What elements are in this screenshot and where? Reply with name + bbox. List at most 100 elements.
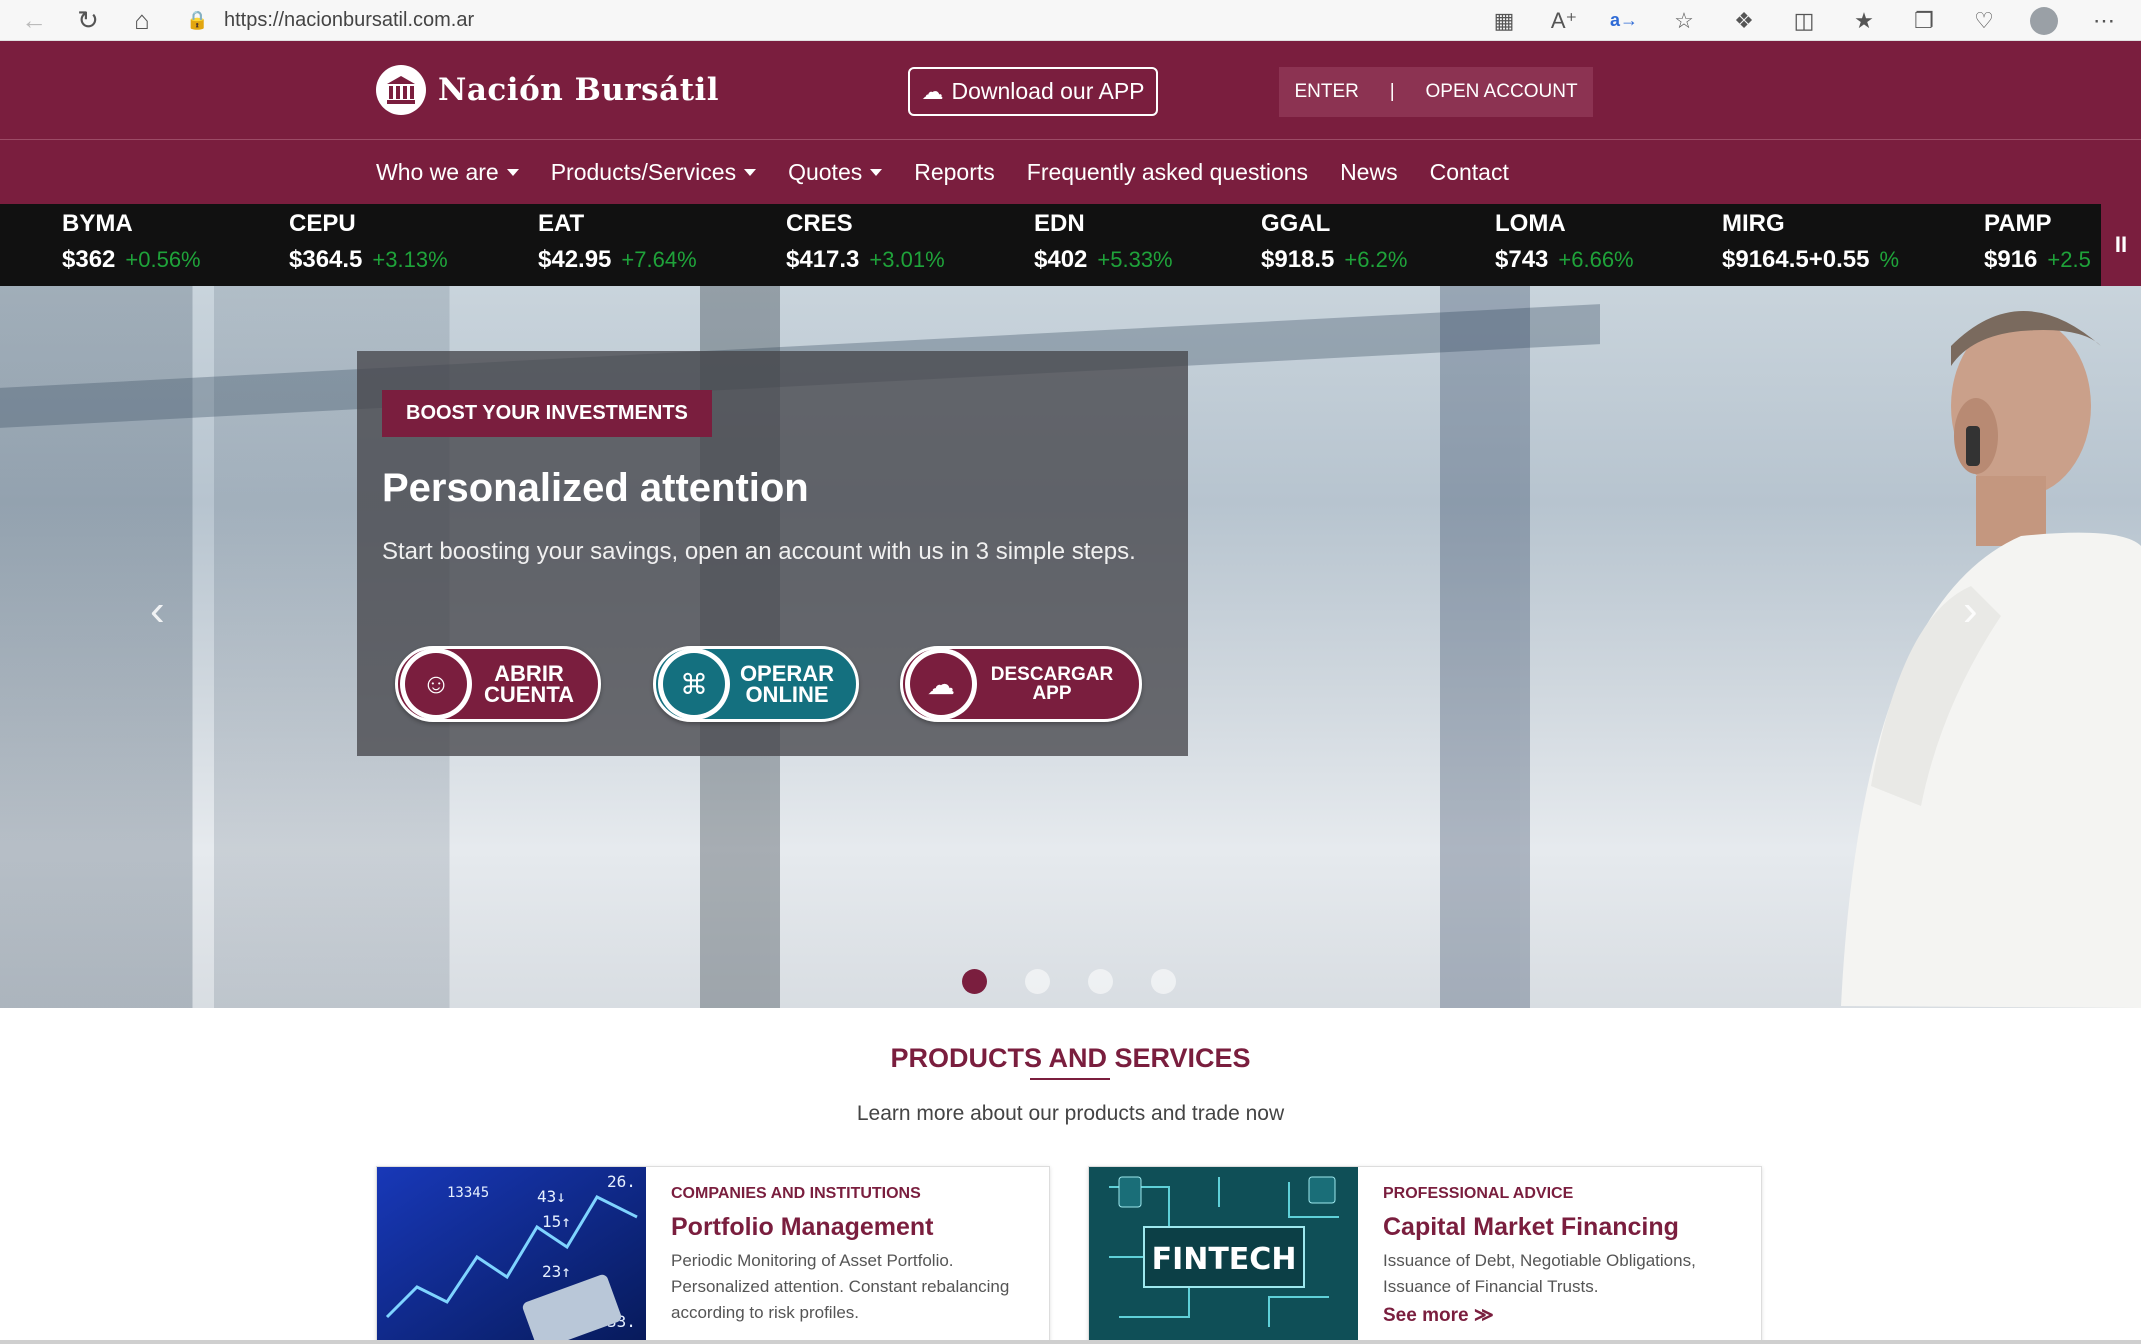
favorite-star-icon[interactable]: ☆ (1657, 3, 1711, 39)
descargar-app-button[interactable]: ☁ DESCARGAR APP (900, 646, 1142, 722)
address-bar[interactable]: 🔒 https://nacionbursatil.com.ar (186, 4, 1486, 36)
operar-online-label: OPERAR ONLINE (730, 661, 856, 707)
lock-icon: 🔒 (186, 9, 209, 30)
stock-market-photo: 13345 43↓ 15↑ 23↑ 26. 33. (377, 1167, 646, 1343)
ticker-symbol: EAT (538, 210, 585, 237)
operar-online-button[interactable]: ⌘ OPERAR ONLINE (653, 646, 859, 722)
abrir-cuenta-button[interactable]: ☺ ABRIR CUENTA (395, 646, 601, 722)
operar-online-line1: OPERAR (739, 661, 835, 686)
carousel-indicators (962, 969, 1176, 994)
ticker-symbol: MIRG (1722, 210, 1785, 237)
product-card-capital-market[interactable]: FINTECH PROFESSIONAL ADVICE Capital Mark… (1088, 1166, 1762, 1344)
ticker-symbol: CRES (786, 210, 853, 237)
man-on-phone-photo (1841, 311, 2141, 1008)
profile-avatar[interactable] (2017, 3, 2071, 39)
ticker-change: +5.33% (1097, 247, 1173, 272)
nav-item-quotes[interactable]: Quotes (788, 158, 883, 186)
card-description: Periodic Monitoring of Asset Portfolio. … (671, 1251, 1010, 1322)
browser-essentials-icon[interactable]: ♡ (1957, 3, 2011, 39)
site-logo[interactable]: Nación Bursátil (376, 65, 719, 115)
ticker-change: +3.01% (869, 247, 945, 272)
hero-content-card: BOOST YOUR INVESTMENTS Personalized atte… (357, 351, 1188, 756)
ticker-change: +3.13% (372, 247, 448, 272)
home-icon[interactable]: ⌂ (122, 2, 162, 38)
cloud-download-icon: ☁ (905, 648, 977, 720)
ticker-symbol: EDN (1034, 210, 1085, 237)
card-title[interactable]: Capital Market Financing (1383, 1213, 1743, 1242)
hero-badge: BOOST YOUR INVESTMENTS (382, 390, 712, 437)
nav-item-faq[interactable]: Frequently asked questions (1027, 159, 1308, 186)
carousel-next-icon[interactable]: › (1963, 586, 1978, 636)
read-aloud-icon[interactable]: A⁺ (1537, 3, 1591, 39)
ticker-price: $364.5 (289, 246, 363, 273)
more-menu-icon[interactable]: ⋯ (2077, 3, 2131, 39)
collections-icon[interactable]: ❐ (1897, 3, 1951, 39)
main-navigation: Who we are Products/Services Quotes Repo… (0, 140, 2141, 204)
caret-down-icon (870, 168, 883, 176)
apps-icon[interactable]: ▦ (1477, 3, 1531, 39)
product-card-portfolio[interactable]: 13345 43↓ 15↑ 23↑ 26. 33. COMPANIES AND … (376, 1166, 1050, 1344)
nav-item-label: Contact (1429, 158, 1509, 185)
browser-toolbar: ← ↻ ⌂ 🔒 https://nacionbursatil.com.ar ▦ … (0, 0, 2141, 41)
open-account-link[interactable]: OPEN ACCOUNT (1426, 81, 1578, 103)
url-text[interactable]: https://nacionbursatil.com.ar (224, 9, 474, 32)
hero-description: Start boosting your savings, open an acc… (382, 538, 1136, 565)
nav-item-news[interactable]: News (1340, 159, 1398, 186)
enter-link[interactable]: ENTER (1294, 81, 1358, 103)
card-title[interactable]: Portfolio Management (671, 1213, 1031, 1242)
nav-item-products-services[interactable]: Products/Services (550, 158, 757, 186)
download-app-button[interactable]: ☁ Download our APP (908, 67, 1158, 116)
ticker-pause-button[interactable]: II (2101, 204, 2141, 286)
ticker-symbol: BYMA (62, 210, 133, 237)
hero-title: Personalized attention (382, 466, 809, 510)
see-more-link[interactable]: See more ≫ (1383, 1304, 1743, 1327)
split-screen-icon[interactable]: ◫ (1777, 3, 1831, 39)
carousel-prev-icon[interactable]: ‹ (150, 586, 165, 636)
account-separator: | (1389, 81, 1395, 102)
refresh-icon[interactable]: ↻ (68, 2, 108, 38)
ticker-symbol: PAMP (1984, 210, 2052, 237)
ticker-change: +0.56% (125, 247, 201, 272)
brand-name: Nación Bursátil (438, 72, 720, 108)
cloud-download-icon: ☁ (921, 78, 944, 104)
ticker-change: +2.5 (2047, 247, 2091, 272)
translate-icon[interactable]: a→ (1597, 3, 1651, 39)
ticker-price: $918.5 (1261, 246, 1335, 273)
nav-item-label: Reports (914, 158, 995, 185)
card-description: Issuance of Debt, Negotiable Obligations… (1383, 1251, 1696, 1296)
back-icon[interactable]: ← (14, 2, 54, 38)
ticker-symbol: CEPU (289, 210, 356, 237)
nav-item-contact[interactable]: Contact (1430, 159, 1509, 186)
svg-text:26.: 26. (607, 1172, 636, 1191)
horizontal-scrollbar[interactable] (0, 1340, 2141, 1344)
account-actions: ENTER | OPEN ACCOUNT (1279, 67, 1593, 117)
ticker-price: $743 (1495, 246, 1549, 273)
ticker-price: $417.3 (786, 246, 860, 273)
carousel-dot[interactable] (1088, 969, 1113, 994)
carousel-dot[interactable] (962, 969, 987, 994)
nav-item-label: News (1340, 158, 1398, 185)
nav-item-reports[interactable]: Reports (914, 159, 995, 186)
favorites-icon[interactable]: ★ (1837, 3, 1891, 39)
nav-item-label: Quotes (788, 158, 863, 185)
download-app-label: Download our APP (951, 78, 1145, 104)
nav-item-label: Products/Services (550, 158, 737, 185)
svg-text:13345: 13345 (447, 1185, 489, 1201)
carousel-dot[interactable] (1025, 969, 1050, 994)
ticker-change: +6.66% (1558, 247, 1634, 272)
user-circle-icon: ☺ (400, 648, 472, 720)
ticker-change: +6.2% (1344, 247, 1408, 272)
extensions-icon[interactable]: ❖ (1717, 3, 1771, 39)
products-section-title: PRODUCTS AND SERVICES (890, 1043, 1251, 1073)
descargar-app-label: DESCARGAR APP (977, 665, 1139, 703)
nav-item-who-we-are[interactable]: Who we are (376, 159, 519, 186)
ticker-symbol: GGAL (1261, 210, 1331, 237)
wifi-icon: ⌘ (658, 648, 730, 720)
ticker-price: $362 (62, 246, 116, 273)
operar-online-line2: ONLINE (745, 682, 829, 707)
quotes-ticker: BYMA $362 +0.56% CEPU $364.5 +3.13% EAT $4… (0, 204, 2141, 286)
svg-text:15↑: 15↑ (542, 1212, 571, 1231)
descargar-app-line1: DESCARGAR (990, 664, 1114, 685)
carousel-dot[interactable] (1151, 969, 1176, 994)
ticker-price: $9164.5+0.55 (1722, 246, 1870, 273)
